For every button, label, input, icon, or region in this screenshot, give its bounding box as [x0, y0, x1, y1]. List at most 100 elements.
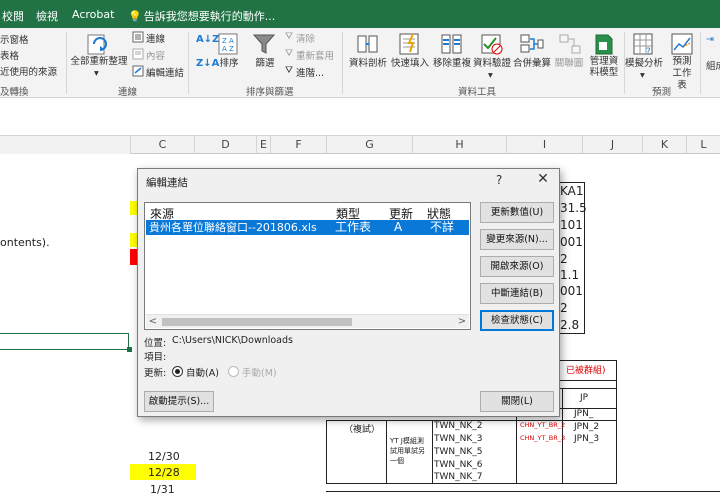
column-header-d[interactable]: D — [194, 136, 256, 154]
startup-prompt-button[interactable]: 啟動提示(S)... — [144, 391, 214, 412]
twn-item: TWN_NK_5 — [434, 447, 483, 457]
ribbon-item-recent-sources[interactable]: 近使用的來源 — [0, 64, 57, 78]
tab-acrobat[interactable]: Acrobat — [72, 8, 114, 21]
link-type: 工作表 — [335, 220, 372, 234]
edit-links-dialog: 編輯連結 ? ✕ 來源 類型 更新 狀態 貴州各單位聯絡窗口--201806.x… — [137, 168, 560, 417]
group-connections: 連線 — [118, 87, 138, 98]
manage-data-model-icon — [595, 34, 613, 55]
cell-value: 2 — [560, 301, 568, 315]
flash-fill-icon — [399, 33, 419, 55]
horizontal-scrollbar[interactable]: < > — [146, 314, 469, 328]
group-button[interactable]: 組成 — [706, 58, 720, 72]
selected-cell[interactable] — [0, 333, 129, 350]
scroll-right-icon[interactable]: > — [455, 315, 469, 329]
clear-button[interactable]: 清除 — [296, 31, 315, 45]
column-header-g[interactable]: G — [326, 136, 412, 154]
scroll-left-icon[interactable]: < — [146, 315, 160, 329]
text-to-columns-button[interactable]: 資料剖析 — [346, 58, 390, 70]
help-button[interactable]: ? — [496, 173, 502, 187]
table-border — [386, 420, 387, 484]
connections-icon — [132, 31, 144, 43]
clear-icon: ⛛ — [285, 31, 293, 42]
cell-value: 2.8 — [560, 318, 580, 332]
properties-button[interactable]: 內容 — [146, 48, 165, 62]
tab-view[interactable]: 檢視 — [36, 8, 58, 24]
manual-radio[interactable] — [228, 366, 239, 377]
cell-value: 001 — [560, 235, 583, 249]
sort-button[interactable]: 排序 — [214, 58, 244, 70]
trial-label: （複試） — [344, 425, 381, 435]
column-header-l[interactable]: L — [686, 136, 720, 154]
manage-data-model-button[interactable]: 管理資料模型 — [586, 56, 622, 78]
date-cell: 12/28 — [148, 466, 180, 479]
dialog-title: 編輯連結 — [146, 177, 188, 189]
check-status-button[interactable]: 檢查狀態(C) — [480, 310, 554, 331]
tell-me-text: 告訴我您想要執行的動作... — [143, 10, 276, 23]
table-border — [326, 420, 327, 484]
forecast-sheet-label: 預測工作表 — [672, 56, 692, 91]
column-headers: C D E F G H I J K L — [0, 136, 720, 154]
tab-review[interactable]: 校閱 — [2, 8, 24, 24]
cell-value: 31.5 — [560, 201, 587, 215]
group-sort-filter: 排序與篩選 — [246, 87, 294, 98]
link-row[interactable]: 貴州各單位聯絡窗口--201806.xls 工作表 A 不詳 — [146, 220, 469, 235]
close-button[interactable]: 關閉(L) — [480, 391, 554, 412]
ribbon-separator — [342, 32, 343, 94]
cell-contents-text: ontents). — [0, 236, 50, 249]
auto-radio[interactable] — [172, 366, 183, 377]
formula-bar-area — [0, 98, 720, 136]
connections-button[interactable]: 連線 — [146, 31, 165, 45]
change-source-button[interactable]: 變更來源(N)... — [480, 229, 554, 250]
cell-value: KA1 — [560, 184, 584, 198]
date-cell: 1/31 — [150, 483, 175, 496]
svg-text:Z A: Z A — [222, 37, 234, 45]
update-values-button[interactable]: 更新數值(U) — [480, 202, 554, 223]
consolidate-button[interactable]: 合併彙算 — [512, 58, 552, 70]
scroll-thumb[interactable] — [162, 318, 352, 326]
what-if-analysis-button[interactable]: 模擬分析 — [624, 58, 664, 70]
location-label: 位置: — [144, 338, 167, 349]
jp-item: JPN_ — [574, 409, 594, 419]
column-header-i[interactable]: I — [506, 136, 582, 154]
auto-radio-label[interactable]: 自動(A) — [186, 365, 219, 379]
table-border — [560, 360, 616, 361]
column-header-k[interactable]: K — [642, 136, 686, 154]
lightbulb-icon: 💡 — [128, 10, 142, 23]
ribbon-item-table[interactable]: 表格 — [0, 48, 19, 62]
ribbon-separator — [188, 32, 189, 94]
column-header-c[interactable]: C — [130, 136, 194, 154]
break-link-button[interactable]: 中斷連結(B) — [480, 283, 554, 304]
cell-value: 101 — [560, 218, 583, 232]
sort-az-icon[interactable]: A↓Z — [196, 34, 219, 45]
group-get-transform: 及轉換 — [0, 87, 29, 98]
open-source-button[interactable]: 開啟來源(O) — [480, 256, 554, 277]
reapply-button[interactable]: 重新套用 — [296, 48, 334, 62]
remove-duplicates-button[interactable]: 移除重複 — [430, 58, 474, 70]
refresh-all-button[interactable]: 全部重新整理 — [68, 56, 130, 68]
manual-radio-label[interactable]: 手動(M) — [242, 365, 277, 379]
links-listbox[interactable]: 來源 類型 更新 狀態 貴州各單位聯絡窗口--201806.xls 工作表 A … — [144, 202, 471, 330]
chevron-down-icon: ▾ — [640, 70, 645, 81]
column-header-f[interactable]: F — [270, 136, 326, 154]
column-header-e[interactable]: E — [256, 136, 270, 154]
jp-item: JPN_2 — [574, 422, 600, 432]
filter-icon — [252, 34, 276, 54]
jp-item: JPN_3 — [574, 434, 600, 444]
advanced-button[interactable]: 進階... — [296, 65, 324, 79]
manage-data-model-label: 管理資料模型 — [589, 56, 619, 78]
column-header-h[interactable]: H — [412, 136, 506, 154]
flash-fill-button[interactable]: 快速填入 — [388, 58, 432, 70]
relationships-button[interactable]: 關聯圖 — [554, 58, 584, 70]
data-validation-button[interactable]: 資料驗證 — [470, 58, 514, 70]
filter-button[interactable]: 篩選 — [252, 58, 278, 70]
cell-value: 001 — [560, 284, 583, 298]
text-to-columns-icon — [357, 35, 378, 53]
chn-item: CHN_YT_BR_2 — [520, 421, 566, 429]
close-icon[interactable]: ✕ — [534, 171, 552, 187]
ribbon-item-show-pane[interactable]: 示窗格 — [0, 32, 29, 46]
column-header-j[interactable]: J — [582, 136, 642, 154]
ribbon-separator — [700, 32, 701, 94]
edit-links-button[interactable]: 編輯連結 — [146, 65, 184, 79]
fill-handle[interactable] — [127, 347, 132, 352]
tell-me-box[interactable]: 💡 告訴我您想要執行的動作... — [128, 8, 276, 24]
